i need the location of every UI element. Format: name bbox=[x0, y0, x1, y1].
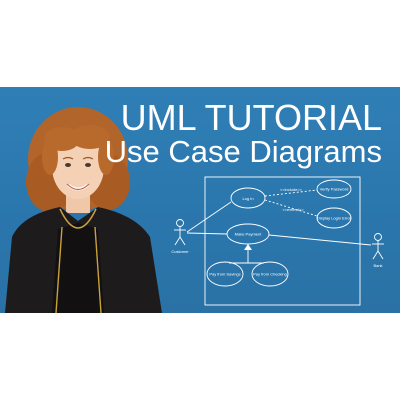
svg-text:Display Login Error: Display Login Error bbox=[317, 216, 352, 221]
svg-text:<<include>>: <<include>> bbox=[280, 187, 303, 192]
svg-text:Pay from Savings: Pay from Savings bbox=[209, 272, 240, 277]
svg-text:Bank: Bank bbox=[373, 263, 382, 268]
svg-text:<<extend>>: <<extend>> bbox=[282, 207, 304, 212]
video-thumbnail[interactable]: UML TUTORIAL Use Case Diagrams Log In Ve… bbox=[0, 87, 400, 313]
svg-text:Verify Password: Verify Password bbox=[320, 187, 349, 192]
svg-text:Make Payment: Make Payment bbox=[235, 232, 263, 237]
uml-diagram: Log In Verify Password Display Login Err… bbox=[171, 176, 384, 306]
svg-text:Log In: Log In bbox=[242, 196, 253, 201]
svg-text:Customer: Customer bbox=[171, 249, 189, 254]
svg-text:Pay from Checking: Pay from Checking bbox=[253, 272, 287, 277]
